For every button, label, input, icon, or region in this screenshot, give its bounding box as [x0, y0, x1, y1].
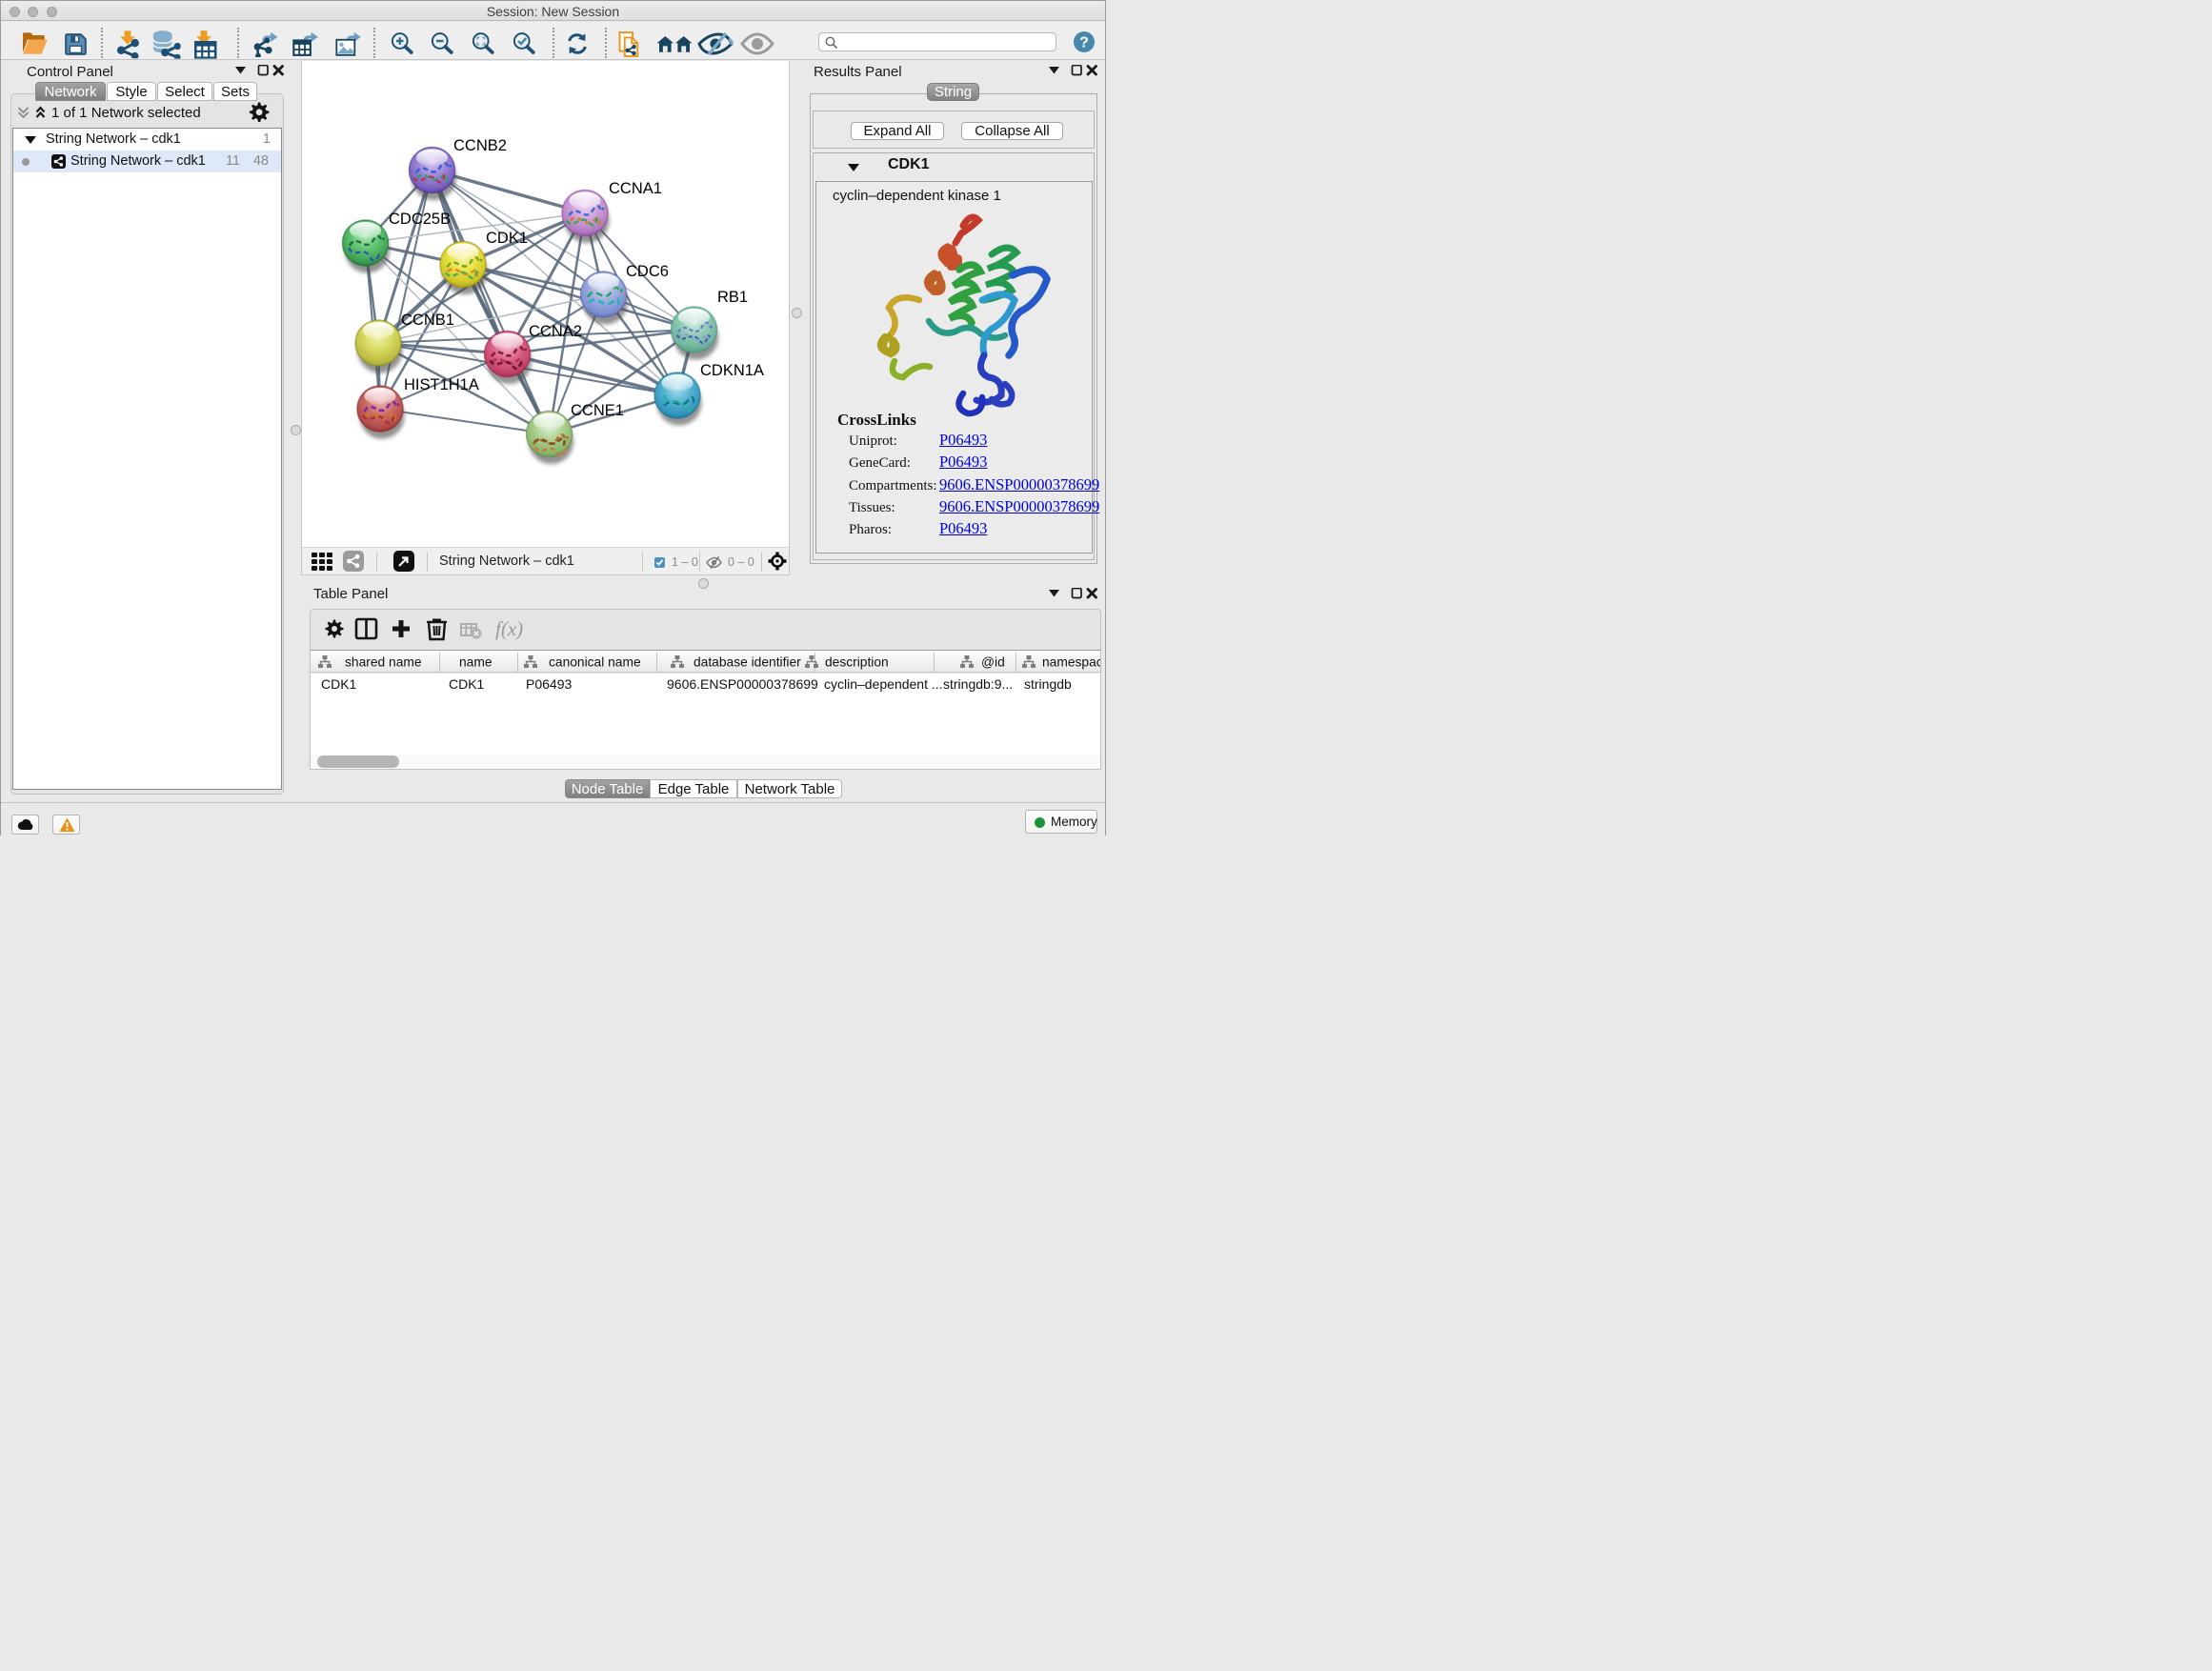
svg-text:namespac: namespac: [1042, 655, 1100, 670]
svg-text:shared name: shared name: [345, 655, 422, 670]
svg-text:canonical name: canonical name: [549, 655, 641, 670]
svg-text:database identifier: database identifier: [694, 655, 801, 670]
svg-text:CCNB2: CCNB2: [453, 137, 507, 154]
svg-text:f(x): f(x): [495, 617, 523, 640]
svg-text:CDK1: CDK1: [486, 230, 528, 247]
svg-text:?: ?: [1079, 35, 1089, 51]
svg-text:CCNE1: CCNE1: [571, 402, 624, 419]
svg-text:name: name: [459, 655, 493, 670]
svg-text:CDC6: CDC6: [626, 263, 669, 280]
svg-text:CCNB1: CCNB1: [401, 312, 454, 329]
svg-text:HIST1H1A: HIST1H1A: [404, 376, 479, 393]
svg-text:description: description: [825, 655, 889, 670]
svg-text:RB1: RB1: [717, 289, 748, 306]
svg-text:CCNA2: CCNA2: [529, 323, 582, 340]
svg-text:CDC25B: CDC25B: [389, 211, 451, 228]
svg-text:CCNA1: CCNA1: [609, 180, 662, 197]
svg-text:CDKN1A: CDKN1A: [700, 362, 764, 379]
svg-text:@id: @id: [981, 655, 1005, 670]
